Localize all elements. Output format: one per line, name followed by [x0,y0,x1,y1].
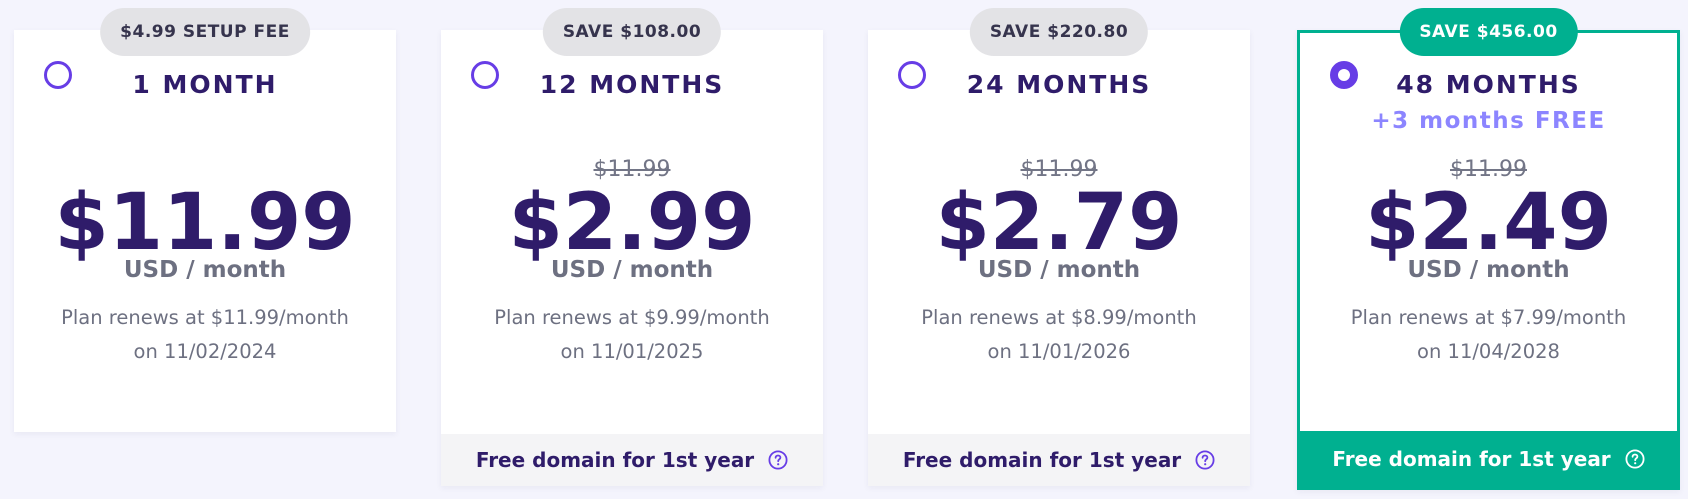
plan-card-12-months[interactable]: SAVE $108.00 12 MONTHS $11.99 $2.99 USD … [441,8,823,486]
plan-price: $2.49 [1365,178,1612,268]
bonus-months-label: +3 months FREE [1371,108,1606,134]
plan-period: 12 MONTHS [539,70,725,99]
question-circle-icon[interactable] [768,450,788,470]
question-circle-icon[interactable] [1625,449,1645,469]
renewal-info: Plan renews at $9.99/month on 11/01/2025 [461,301,803,369]
plan-selector: $4.99 SETUP FEE 1 MONTH $11.99 USD / mon… [0,0,1688,499]
plan-price: $2.79 [935,178,1183,268]
plan-period: 24 MONTHS [966,70,1152,99]
price-unit: USD / month [550,257,714,283]
savings-badge: SAVE $456.00 [1399,8,1578,56]
renewal-price: Plan renews at $11.99/month [61,306,349,329]
free-domain-label: Free domain for 1st year [902,448,1182,472]
renewal-date: on 11/01/2026 [987,340,1131,363]
renewal-info: Plan renews at $11.99/month on 11/02/202… [34,301,376,369]
renewal-price: Plan renews at $9.99/month [494,306,770,329]
free-domain-label: Free domain for 1st year [1332,447,1611,471]
savings-badge: SAVE $220.80 [969,8,1149,56]
savings-badge: SAVE $108.00 [542,8,722,56]
renewal-date: on 11/01/2025 [560,340,704,363]
price-unit: USD / month [977,257,1141,283]
plan-price: $11.99 [54,178,356,268]
setup-fee-badge: $4.99 SETUP FEE [100,8,310,56]
renewal-date: on 11/04/2028 [1417,340,1560,363]
plan-period: 48 MONTHS [1396,70,1581,99]
plan-card-1-month[interactable]: $4.99 SETUP FEE 1 MONTH $11.99 USD / mon… [14,8,396,432]
free-domain-footer: Free domain for 1st year [1300,431,1677,487]
renewal-price: Plan renews at $8.99/month [921,306,1197,329]
price-unit: USD / month [123,257,287,283]
renewal-price: Plan renews at $7.99/month [1350,306,1627,329]
plan-price: $2.99 [508,178,756,268]
price-unit: USD / month [1407,257,1570,283]
renewal-info: Plan renews at $8.99/month on 11/01/2026 [888,301,1230,369]
free-domain-footer: Free domain for 1st year [868,434,1250,486]
free-domain-label: Free domain for 1st year [475,448,755,472]
renewal-info: Plan renews at $7.99/month on 11/04/2028 [1320,301,1657,369]
question-circle-icon[interactable] [1195,450,1215,470]
renewal-date: on 11/02/2024 [133,340,277,363]
free-domain-footer: Free domain for 1st year [441,434,823,486]
plan-period: 1 MONTH [132,70,278,99]
plan-card-48-months[interactable]: SAVE $456.00 48 MONTHS +3 months FREE $1… [1297,8,1680,490]
plan-card-24-months[interactable]: SAVE $220.80 24 MONTHS $11.99 $2.79 USD … [868,8,1250,486]
